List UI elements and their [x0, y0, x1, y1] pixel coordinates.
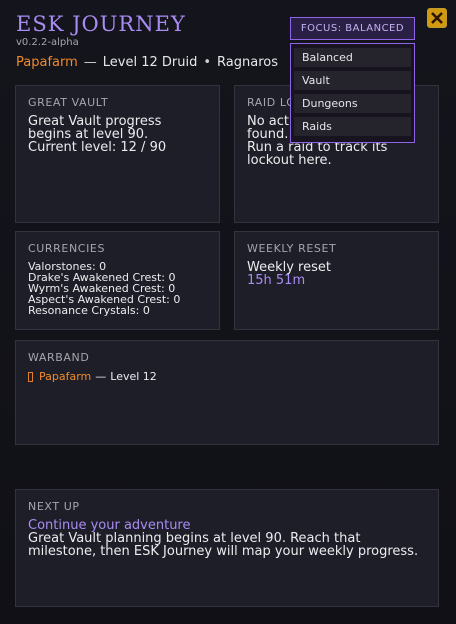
weekly-reset-panel: WEEKLY RESET Weekly reset 15h 51m — [234, 231, 439, 330]
currency-item: Resonance Crystals: 0 — [28, 304, 150, 317]
focus-option-vault[interactable]: Vault — [294, 71, 411, 90]
warband-character-level: Level 12 — [110, 370, 157, 383]
focus-option-raids[interactable]: Raids — [294, 117, 411, 136]
character-summary: Papafarm — Level 12 Druid • Ragnaros — [16, 55, 278, 70]
dash-separator: — — [95, 370, 107, 383]
next-up-panel: NEXT UP Continue your adventure Great Va… — [15, 489, 439, 607]
warband-character-row[interactable]: Papafarm — Level 12 — [28, 370, 426, 383]
dash-separator: — — [83, 55, 97, 70]
next-up-text: Great Vault planning begins at level 90.… — [28, 531, 419, 559]
close-button[interactable] — [427, 8, 447, 28]
currencies-list: Valorstones: 0 Drake's Awakened Crest: 0… — [28, 261, 207, 316]
bullet-separator: • — [203, 55, 212, 70]
close-icon — [431, 12, 443, 24]
realm-name: Ragnaros — [217, 55, 278, 70]
focus-option-balanced[interactable]: Balanced — [294, 48, 411, 67]
warband-panel: WARBAND Papafarm — Level 12 — [15, 340, 439, 445]
currencies-panel: CURRENCIES Valorstones: 0 Drake's Awaken… — [15, 231, 220, 330]
focus-dropdown-button[interactable]: FOCUS: BALANCED — [290, 17, 415, 40]
focus-option-dungeons[interactable]: Dungeons — [294, 94, 411, 113]
currencies-heading: CURRENCIES — [28, 242, 106, 255]
weekly-reset-timer: 15h 51m — [247, 273, 306, 288]
great-vault-text: Great Vault progress begins at level 90.… — [28, 114, 167, 155]
character-name: Papafarm — [16, 55, 78, 70]
weekly-reset-heading: WEEKLY RESET — [247, 242, 337, 255]
app-title: ESK JOURNEY — [16, 12, 186, 36]
great-vault-heading: GREAT VAULT — [28, 96, 109, 109]
addon-window: ESK JOURNEY v0.2.2-alpha Papafarm — Level … — [0, 0, 456, 624]
druid-class-icon — [28, 371, 33, 382]
warband-heading: WARBAND — [28, 351, 90, 364]
next-up-heading: NEXT UP — [28, 500, 80, 513]
version-label: v0.2.2-alpha — [16, 37, 79, 48]
great-vault-panel: GREAT VAULT Great Vault progress begins … — [15, 85, 220, 223]
character-level-class: Level 12 Druid — [102, 55, 198, 70]
focus-dropdown-menu: Balanced Vault Dungeons Raids — [290, 43, 415, 143]
warband-character-name: Papafarm — [39, 370, 92, 383]
